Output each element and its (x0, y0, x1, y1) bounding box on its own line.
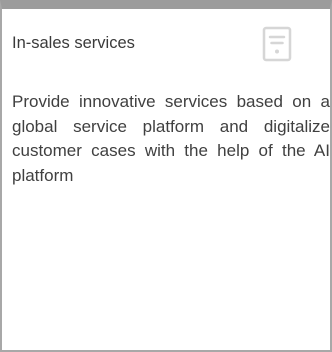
service-card[interactable]: In-sales services Provide innovative ser… (0, 0, 332, 352)
card-description: Provide innovative services based on a g… (12, 92, 330, 185)
document-icon (262, 26, 292, 62)
card-title: In-sales services (12, 34, 135, 52)
